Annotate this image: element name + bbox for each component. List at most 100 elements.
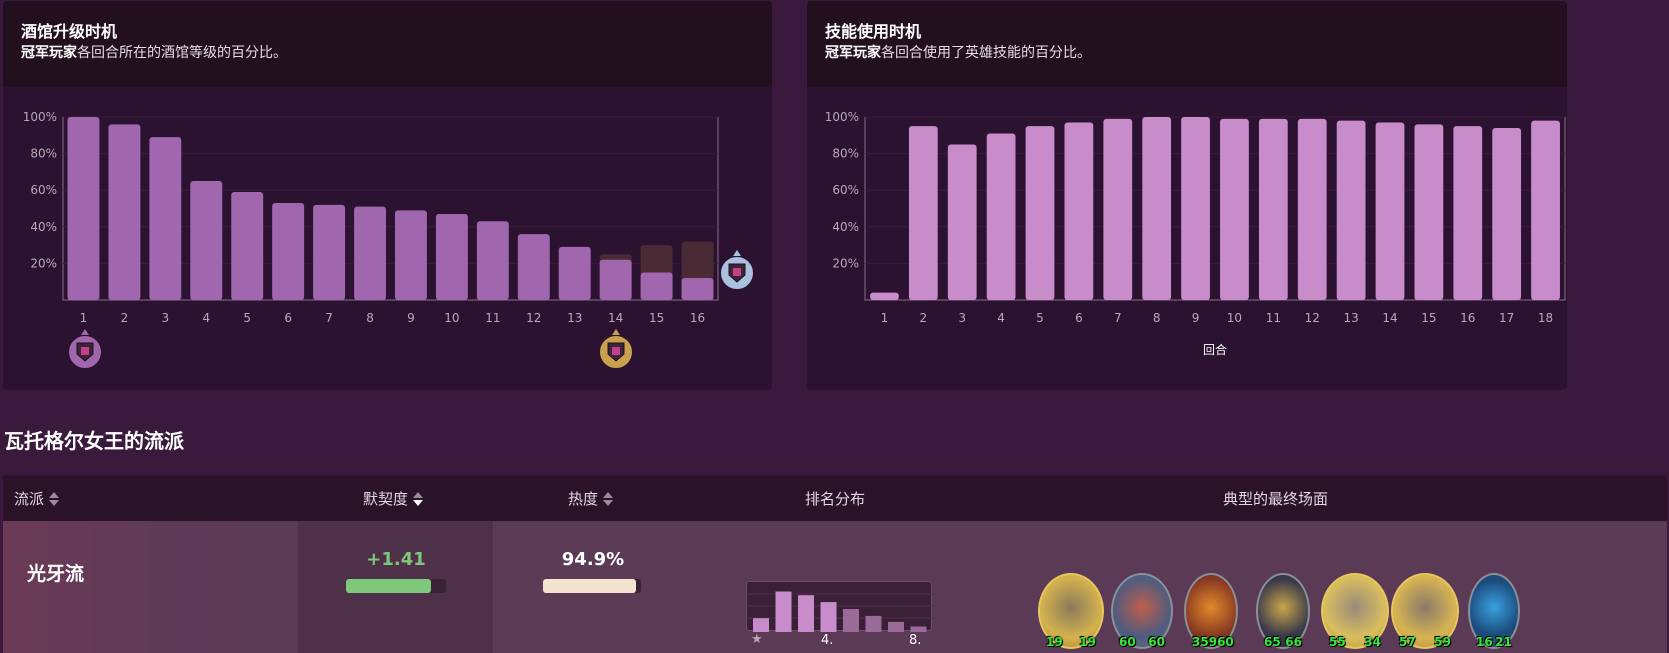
bar bbox=[108, 124, 141, 300]
bar bbox=[476, 221, 509, 300]
x-tick-label: 7 bbox=[325, 311, 333, 325]
minion-card[interactable]: 60 60 bbox=[1111, 573, 1173, 649]
minion-card[interactable]: 57 59 bbox=[1391, 573, 1459, 649]
x-tick-label: 14 bbox=[608, 311, 623, 325]
minion-card[interactable]: 19 19 bbox=[1038, 573, 1104, 649]
hero-power-chart: 20%40%60%80%100%1 2 3 4 5 6 7 8 9 10 11 12 13 14 15 16 1… bbox=[825, 110, 1566, 357]
x-tick-label: 15 bbox=[1421, 311, 1436, 325]
x-tick-label: 12 bbox=[526, 311, 541, 325]
hero-power-panel-title: 技能使用时机 bbox=[825, 22, 922, 41]
minion-card[interactable]: 65 66 bbox=[1256, 573, 1310, 649]
header-affinity[interactable]: 默契度 bbox=[363, 488, 424, 509]
bar bbox=[313, 204, 346, 300]
minion-card[interactable]: 359 60 bbox=[1184, 573, 1238, 649]
rank-bar bbox=[775, 591, 792, 632]
minion-health: 34 bbox=[1364, 635, 1381, 649]
minion-attack: 19 bbox=[1046, 635, 1063, 649]
bar bbox=[1103, 118, 1133, 300]
bar bbox=[1258, 118, 1288, 300]
header-popularity-label: 热度 bbox=[568, 490, 599, 508]
rank-bar bbox=[843, 609, 859, 632]
subtitle-bold: 冠军玩家 bbox=[21, 45, 77, 61]
minion-attack: 55 bbox=[1329, 635, 1346, 649]
minion-health: 19 bbox=[1079, 635, 1096, 649]
x-tick-label: 6 bbox=[1075, 311, 1083, 325]
x-tick-label: 11 bbox=[485, 311, 500, 325]
subtitle-bold: 冠军玩家 bbox=[825, 45, 881, 61]
rank-label-8: 8. bbox=[909, 633, 922, 648]
x-tick-label: 1 bbox=[80, 311, 88, 325]
rank-bar bbox=[798, 595, 814, 632]
header-final-board: 典型的最终场面 bbox=[1223, 488, 1328, 509]
tavern-tier-icon bbox=[598, 329, 634, 370]
x-tick-label: 1 bbox=[881, 311, 889, 325]
bar bbox=[67, 117, 100, 300]
bar bbox=[1531, 120, 1560, 300]
popularity-bar bbox=[543, 579, 641, 593]
minion-card[interactable]: 16 21 bbox=[1468, 573, 1520, 649]
x-tick-label: 7 bbox=[1114, 311, 1122, 325]
tavern-tier-icon bbox=[67, 329, 103, 370]
rank-star-icon: ★ bbox=[751, 632, 763, 647]
minion-attack: 65 bbox=[1264, 635, 1281, 649]
tavern-panel-header: 酒馆升级时机 冠军玩家各回合所在的酒馆等级的百分比。 bbox=[3, 1, 772, 87]
bar bbox=[149, 137, 182, 300]
tavern-timing-panel: 酒馆升级时机 冠军玩家各回合所在的酒馆等级的百分比。 20% 40% 60% 80% 1… bbox=[3, 1, 772, 390]
affinity-bar-fill bbox=[346, 579, 431, 593]
minion-card[interactable]: 55 34 bbox=[1321, 573, 1389, 649]
minion-health: 60 bbox=[1217, 635, 1234, 649]
header-comp[interactable]: 流派 bbox=[14, 488, 60, 509]
header-popularity[interactable]: 热度 bbox=[568, 488, 614, 509]
table-header: 流派 默契度 热度 排名分布 典型的最终场面 bbox=[3, 475, 1667, 521]
popularity-value: 94.9% bbox=[561, 549, 625, 570]
minion-stats: 65 66 bbox=[1258, 635, 1308, 649]
minion-attack: 60 bbox=[1119, 635, 1136, 649]
x-tick-label: 4 bbox=[202, 311, 210, 325]
hero-power-panel-subtitle: 冠军玩家各回合使用了英雄技能的百分比。 bbox=[825, 43, 1567, 63]
bar bbox=[272, 203, 305, 300]
bar bbox=[231, 192, 264, 300]
x-tick-label: 11 bbox=[1266, 311, 1281, 325]
header-final-board-label: 典型的最终场面 bbox=[1223, 490, 1329, 508]
header-rank-dist: 排名分布 bbox=[805, 488, 865, 509]
subtitle-rest: 各回合所在的酒馆等级的百分比。 bbox=[77, 45, 287, 61]
affinity-value: +1.41 bbox=[366, 549, 426, 570]
x-tick-label: 2 bbox=[920, 311, 928, 325]
x-tick-label: 6 bbox=[284, 311, 292, 325]
x-tick-label: 9 bbox=[407, 311, 415, 325]
minion-health: 66 bbox=[1285, 635, 1302, 649]
y-tick-label: 100% bbox=[825, 110, 859, 124]
minion-health: 59 bbox=[1434, 635, 1451, 649]
comp-name: 光牙流 bbox=[27, 563, 85, 585]
bar bbox=[1142, 117, 1172, 300]
rank-bar bbox=[865, 615, 882, 632]
x-tick-label: 5 bbox=[1036, 311, 1044, 325]
comp-art bbox=[3, 521, 298, 653]
minion-stats: 60 60 bbox=[1113, 635, 1171, 649]
bar bbox=[354, 206, 386, 300]
bar bbox=[1414, 124, 1444, 300]
bar bbox=[1336, 120, 1366, 300]
hero-power-panel-header: 技能使用时机 冠军玩家各回合使用了英雄技能的百分比。 bbox=[807, 1, 1567, 87]
x-tick-label: 10 bbox=[1227, 311, 1242, 325]
tavern-panel-title: 酒馆升级时机 bbox=[21, 22, 118, 41]
rank-distribution-chart bbox=[747, 591, 933, 632]
minion-stats: 16 21 bbox=[1470, 635, 1518, 649]
x-tick-label: 8 bbox=[1153, 311, 1161, 325]
comps-table: 流派 默契度 热度 排名分布 典型的最终场面 光牙流 +1.41 94.9% ★… bbox=[3, 475, 1667, 653]
tavern-chart: 20%40%60%80%100%1 2 3 4 5 6 7 8 9 10 11 12 13 14 15 16 bbox=[23, 110, 755, 370]
bar bbox=[1220, 118, 1249, 300]
bar bbox=[517, 234, 550, 300]
rank-bar bbox=[888, 621, 904, 632]
table-row[interactable]: 光牙流 +1.41 94.9% ★ 4. 8. 19 19 60 60 359 60 65 6… bbox=[3, 521, 1667, 653]
minion-health: 21 bbox=[1495, 635, 1512, 649]
bar bbox=[1181, 117, 1210, 300]
minion-stats: 57 59 bbox=[1393, 635, 1457, 649]
section-title: 瓦托格尔女王的流派 bbox=[4, 429, 184, 453]
x-tick-label: 3 bbox=[162, 311, 170, 325]
bar bbox=[1453, 126, 1483, 301]
x-tick-label: 14 bbox=[1382, 311, 1397, 325]
popularity-bar-fill bbox=[543, 579, 636, 593]
x-tick-label: 8 bbox=[366, 311, 374, 325]
minion-health: 60 bbox=[1148, 635, 1165, 649]
